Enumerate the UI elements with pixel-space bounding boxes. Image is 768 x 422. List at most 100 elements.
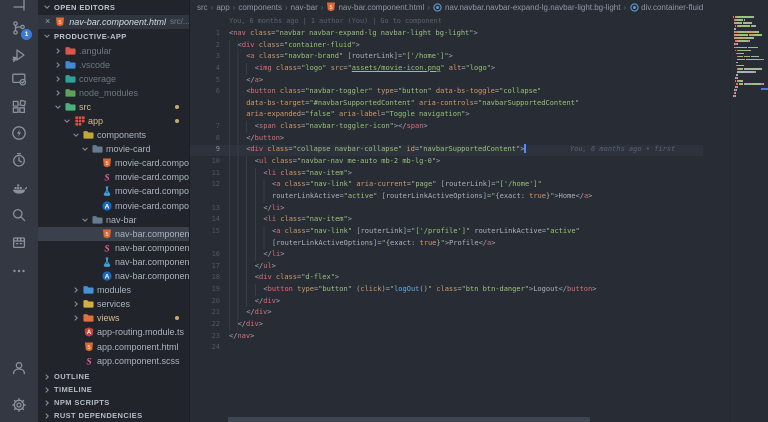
tree-item-nav-bar.component.html[interactable]: 5 nav-bar.component.html xyxy=(38,226,190,241)
chevron-right-icon[interactable] xyxy=(71,300,80,308)
breadcrumb-item[interactable]: nav.navbar.navbar-expand-lg.navbar-light… xyxy=(433,2,620,13)
code-line-wrap[interactable]: data-bs-target = "#navbarSupportedContent"… xyxy=(190,97,735,110)
package-box-icon[interactable] xyxy=(0,229,38,255)
line-number[interactable] xyxy=(190,191,229,203)
code-line-10[interactable]: 10 < ul class = "navbar-nav me-auto mb-2 mb-… xyxy=(190,156,735,168)
breadcrumb-item[interactable]: src xyxy=(197,3,208,12)
open-editors-header[interactable]: OPEN EDITORS xyxy=(38,0,190,15)
section-timeline[interactable]: TIMELINE xyxy=(38,383,190,396)
tree-item-movie-card.component.h...[interactable]: 5 movie-card.component.h... xyxy=(38,156,190,170)
code-line-14[interactable]: 14 < li class = "nav-item" > xyxy=(190,214,735,226)
run-debug-icon[interactable] xyxy=(0,42,38,68)
code-line-wrap[interactable]: aria-expanded = "false" aria-label = "Toggle… xyxy=(190,109,735,122)
tree-item-app.component.scss[interactable]: Sapp.component.scss xyxy=(38,354,190,368)
line-number[interactable]: 23 xyxy=(190,331,229,343)
code-line-wrap[interactable]: routerLinkActive = "active" [routerLinkAct… xyxy=(190,190,735,203)
line-number[interactable] xyxy=(190,238,229,250)
tree-item-node-modules[interactable]: node_modules xyxy=(38,86,190,100)
line-number[interactable]: 4 xyxy=(190,63,229,75)
extensions-icon[interactable] xyxy=(0,94,38,120)
code-line-wrap[interactable]: [routerLinkActiveOptions] = " {exact: true}… xyxy=(190,237,735,250)
code-line-9[interactable]: 9 < div class = "collapse navbar-collapse" i… xyxy=(190,144,735,157)
line-number[interactable] xyxy=(190,98,229,110)
tree-item-.angular[interactable]: .angular xyxy=(38,44,190,58)
line-number[interactable] xyxy=(190,109,229,121)
code-line-16[interactable]: 16 </li > xyxy=(190,249,735,261)
line-number[interactable]: 15 xyxy=(190,226,229,238)
tree-item-app.component.html[interactable]: 5 app.component.html xyxy=(38,339,190,353)
line-number[interactable]: 1 xyxy=(190,28,229,40)
line-number[interactable]: 5 xyxy=(190,75,229,87)
line-number[interactable]: 11 xyxy=(190,168,229,180)
tree-item-movie-card.component.s...[interactable]: movie-card.component.s... xyxy=(38,184,190,198)
code-line-1[interactable]: 1 < nav class = "navbar navbar-expand-lg nav… xyxy=(190,28,735,40)
line-number[interactable]: 8 xyxy=(190,133,229,145)
tree-item-views[interactable]: views xyxy=(38,311,190,325)
chevron-right-icon[interactable] xyxy=(71,314,80,322)
tree-item-.vscode[interactable]: .vscode xyxy=(38,58,190,72)
code-line-13[interactable]: 13 </li > xyxy=(190,202,735,215)
chevron-down-icon[interactable] xyxy=(53,103,62,111)
remote-window-icon[interactable] xyxy=(0,66,38,92)
section-rust-dependencies[interactable]: RUST DEPENDENCIES xyxy=(38,409,190,422)
breadcrumb-item[interactable]: components xyxy=(238,3,282,12)
tree-item-coverage[interactable]: coverage xyxy=(38,72,190,86)
code-line-15[interactable]: 15 < a class = "nav-link" [routerLink] = "['/p… xyxy=(190,225,735,238)
horizontal-scrollbar[interactable] xyxy=(228,417,590,422)
timer-icon[interactable] xyxy=(0,147,38,173)
line-number[interactable]: 22 xyxy=(190,319,229,331)
line-number[interactable]: 19 xyxy=(190,284,229,296)
code-line-5[interactable]: 5 </a > xyxy=(190,74,735,87)
line-number[interactable]: 2 xyxy=(190,40,229,52)
chevron-down-icon[interactable] xyxy=(80,216,89,224)
chevron-right-icon[interactable] xyxy=(53,89,62,97)
account-icon[interactable] xyxy=(0,355,38,381)
line-number[interactable]: 24 xyxy=(190,342,229,354)
chevron-right-icon[interactable] xyxy=(53,47,62,55)
code-line-21[interactable]: 21 </div > xyxy=(190,307,735,320)
tree-item-src[interactable]: src xyxy=(38,100,190,114)
code-line-8[interactable]: 8 </button > xyxy=(190,132,735,145)
settings-icon[interactable] xyxy=(0,392,38,418)
tree-item-movie-card[interactable]: movie-card xyxy=(38,142,190,156)
section-npm-scripts[interactable]: NPM SCRIPTS xyxy=(38,396,190,409)
close-icon[interactable]: × xyxy=(45,17,50,26)
tree-item-nav-bar.component.scss[interactable]: Snav-bar.component.scss xyxy=(38,241,190,255)
tree-item-services[interactable]: services xyxy=(38,297,190,311)
tree-item-nav-bar.component.spec...[interactable]: nav-bar.component.spec... xyxy=(38,255,190,269)
editor-area[interactable]: src › app › components › nav-bar › 5 nav-bar.comp… xyxy=(190,0,768,422)
code-line-4[interactable]: 4 < img class = "logo" src = " assets/movie-ico… xyxy=(190,62,735,75)
git-codelens[interactable]: You, 6 months ago | 1 author (You) | Go … xyxy=(229,17,442,25)
docker-icon[interactable] xyxy=(0,175,38,201)
code-line-17[interactable]: 17 </ul > xyxy=(190,260,735,273)
tree-item-nav-bar.component.ts[interactable]: Anav-bar.component.ts xyxy=(38,269,190,283)
tree-item-nav-bar[interactable]: nav-bar xyxy=(38,213,190,227)
line-number[interactable]: 14 xyxy=(190,214,229,226)
breadcrumb-item[interactable]: div.container-fluid xyxy=(629,2,703,13)
chevron-down-icon[interactable] xyxy=(62,117,71,125)
code-line-18[interactable]: 18 < div class = "d-flex" > xyxy=(190,272,735,285)
open-editor-item[interactable]: × 5 nav-bar.component.html src/... xyxy=(38,14,190,29)
chevron-down-icon[interactable] xyxy=(80,145,89,153)
line-number[interactable]: 12 xyxy=(190,179,229,191)
workspace-header[interactable]: PRODUCTIVE-APP xyxy=(38,29,190,44)
more-icon[interactable] xyxy=(0,258,38,284)
code-line-23[interactable]: 23 </nav > xyxy=(190,331,735,343)
line-number[interactable]: 7 xyxy=(190,121,229,133)
line-number[interactable]: 20 xyxy=(190,296,229,308)
tree-item-modules[interactable]: modules xyxy=(38,283,190,297)
breadcrumb-item[interactable]: app xyxy=(216,3,229,12)
breadcrumb-item[interactable]: 5 nav-bar.component.html xyxy=(326,2,424,13)
thunder-client-icon[interactable] xyxy=(0,120,38,146)
line-number[interactable]: 10 xyxy=(190,156,229,168)
code-line-11[interactable]: 11 < li class = "nav-item" > xyxy=(190,167,735,180)
chevron-down-icon[interactable] xyxy=(71,131,80,139)
code-line-19[interactable]: 19 < button type = "button" (click) = " logOut(… xyxy=(190,284,735,296)
line-number[interactable]: 9 xyxy=(190,144,229,156)
breadcrumb-item[interactable]: nav-bar xyxy=(291,3,318,12)
tree-item-movie-card.component.ts[interactable]: Amovie-card.component.ts xyxy=(38,199,190,213)
tree-item-app-routing.module.ts[interactable]: Aapp-routing.module.ts xyxy=(38,325,190,339)
tree-item-movie-card.component.s...[interactable]: Smovie-card.component.s... xyxy=(38,170,190,184)
code-content[interactable]: 1 < nav class = "navbar navbar-expand-lg nav… xyxy=(190,28,735,354)
code-line-12[interactable]: 12 < a class = "nav-link" aria-current = "page… xyxy=(190,179,735,191)
